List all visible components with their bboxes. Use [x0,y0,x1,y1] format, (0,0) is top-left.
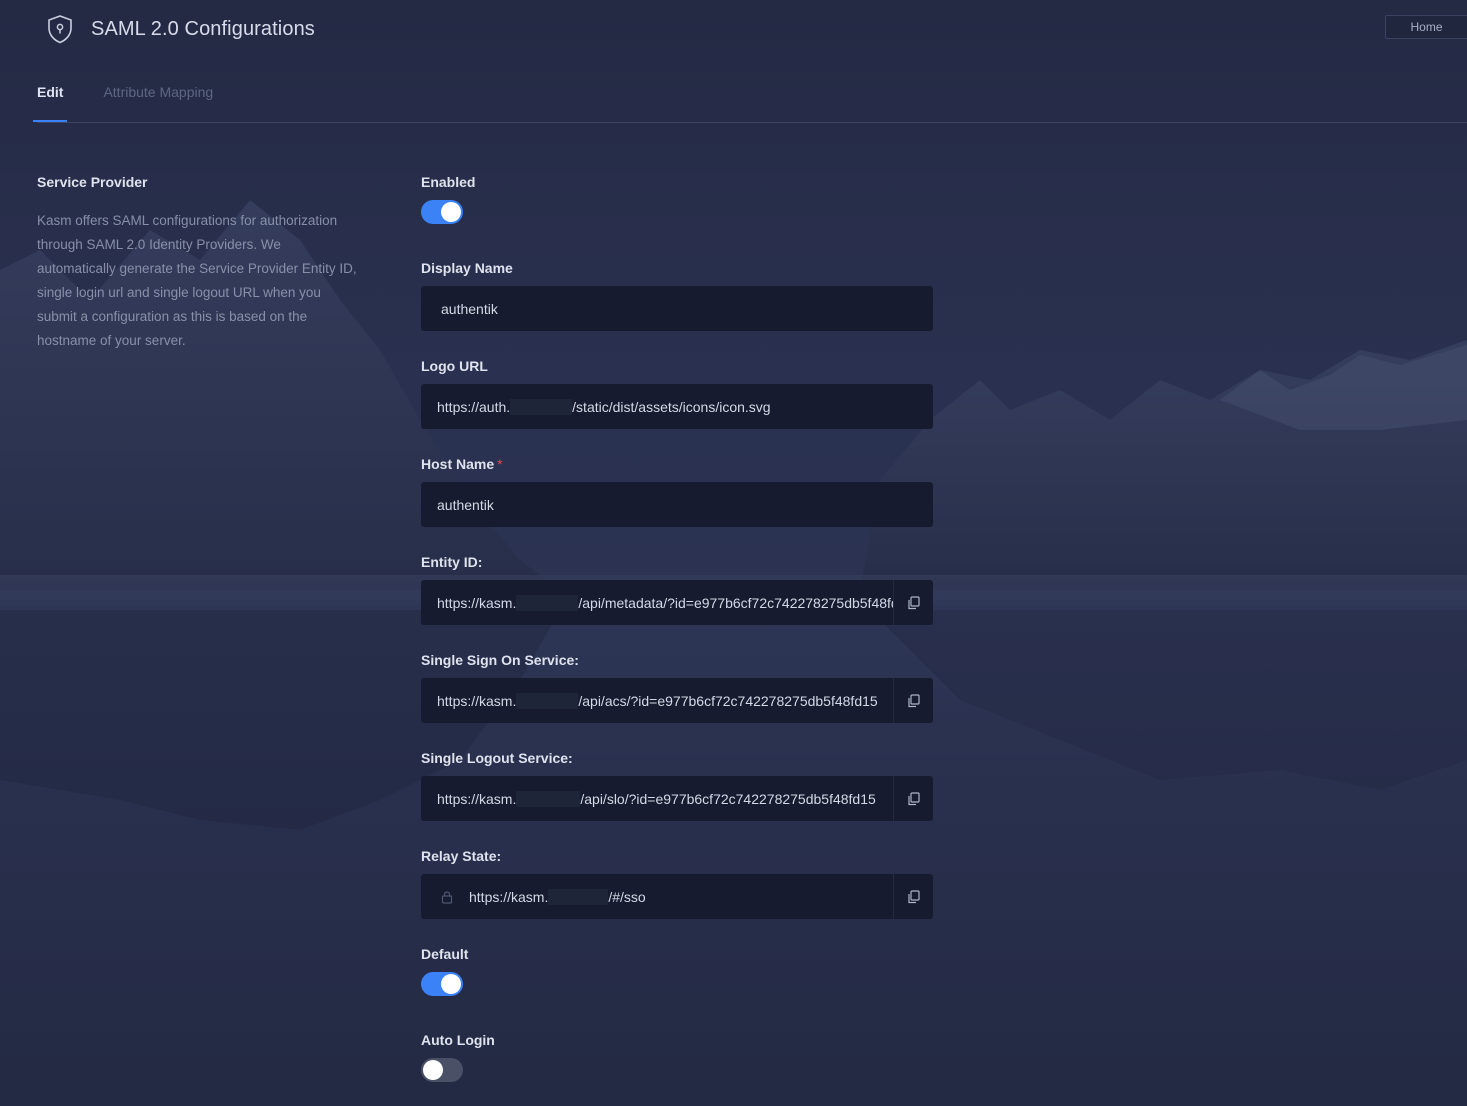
entity-id-value: https://kasm. /api/metadata/?id=e977b6cf7… [421,594,893,611]
slo-service-suffix: /api/slo/?id=e977b6cf72c742278275db5f48f… [580,790,876,807]
copy-entity-id-button[interactable] [893,580,933,625]
page-title: SAML 2.0 Configurations [91,17,315,40]
entity-id-prefix: https://kasm. [437,594,517,611]
sso-service-label: Single Sign On Service: [421,652,579,668]
enabled-toggle[interactable] [421,200,463,224]
redacted-domain [516,692,579,709]
logo-url-value: https://auth. /static/dist/assets/icons/i… [421,398,933,415]
display-name-value: authentik [441,300,498,317]
slo-service-label: Single Logout Service: [421,750,573,766]
host-name-input[interactable]: authentik [421,482,933,527]
enabled-label: Enabled [421,174,476,190]
logo-url-prefix: https://auth. [437,398,511,415]
default-label: Default [421,946,469,962]
service-provider-heading: Service Provider [37,174,148,190]
logo-url-label: Logo URL [421,358,488,374]
copy-relay-state-button[interactable] [893,874,933,919]
logo-url-suffix: /static/dist/assets/icons/icon.svg [572,398,771,415]
service-provider-description: Kasm offers SAML configurations for auth… [37,213,357,348]
sso-service-prefix: https://kasm. [437,692,517,709]
host-name-label-text: Host Name [421,456,495,472]
copy-sso-service-button[interactable] [893,678,933,723]
slo-service-prefix: https://kasm. [437,790,517,807]
copy-icon [907,595,920,609]
sso-service-suffix: /api/acs/?id=e977b6cf72c742278275db5f48f… [578,692,878,709]
redacted-domain [548,888,609,905]
copy-slo-service-button[interactable] [893,776,933,821]
shield-icon [44,13,76,45]
tab-edit[interactable]: Edit [33,84,68,122]
auto-login-label: Auto Login [421,1032,495,1048]
slo-service-value: https://kasm. /api/slo/?id=e977b6cf72c742… [421,790,893,807]
lock-icon [429,890,453,904]
toggle-knob [441,202,461,222]
redacted-domain [510,398,573,415]
display-name-label: Display Name [421,260,513,276]
copy-icon [907,791,920,805]
relay-state-field[interactable]: https://kasm. /#/sso [421,874,933,919]
entity-id-field[interactable]: https://kasm. /api/metadata/?id=e977b6cf7… [421,580,933,625]
entity-id-label: Entity ID: [421,554,483,570]
logo-url-input[interactable]: https://auth. /static/dist/assets/icons/i… [421,384,933,429]
copy-icon [907,693,920,707]
default-toggle[interactable] [421,972,463,996]
display-name-input[interactable]: authentik [421,286,933,331]
page-header: SAML 2.0 Configurations [44,12,315,46]
auto-login-toggle[interactable] [421,1058,463,1082]
entity-id-suffix: /api/metadata/?id=e977b6cf72c742278275db… [578,594,893,611]
relay-state-suffix: /#/sso [608,888,646,905]
toggle-knob [441,974,461,994]
home-button[interactable]: Home [1385,15,1467,39]
tabs-divider [37,122,1467,123]
copy-icon [907,889,920,903]
host-name-value: authentik [437,496,494,513]
tab-bar: Edit Attribute Mapping [33,84,249,122]
tab-attribute-mapping[interactable]: Attribute Mapping [103,84,213,122]
redacted-domain [516,790,581,807]
slo-service-field[interactable]: https://kasm. /api/slo/?id=e977b6cf72c742… [421,776,933,821]
sso-service-value: https://kasm. /api/acs/?id=e977b6cf72c742… [421,692,893,709]
relay-state-prefix: https://kasm. [469,888,549,905]
relay-state-value: https://kasm. /#/sso [453,888,893,905]
host-name-label: Host Name * [421,456,503,472]
toggle-knob [423,1060,443,1080]
sso-service-field[interactable]: https://kasm. /api/acs/?id=e977b6cf72c742… [421,678,933,723]
required-marker: * [497,456,503,472]
relay-state-label: Relay State: [421,848,502,864]
redacted-domain [516,594,579,611]
